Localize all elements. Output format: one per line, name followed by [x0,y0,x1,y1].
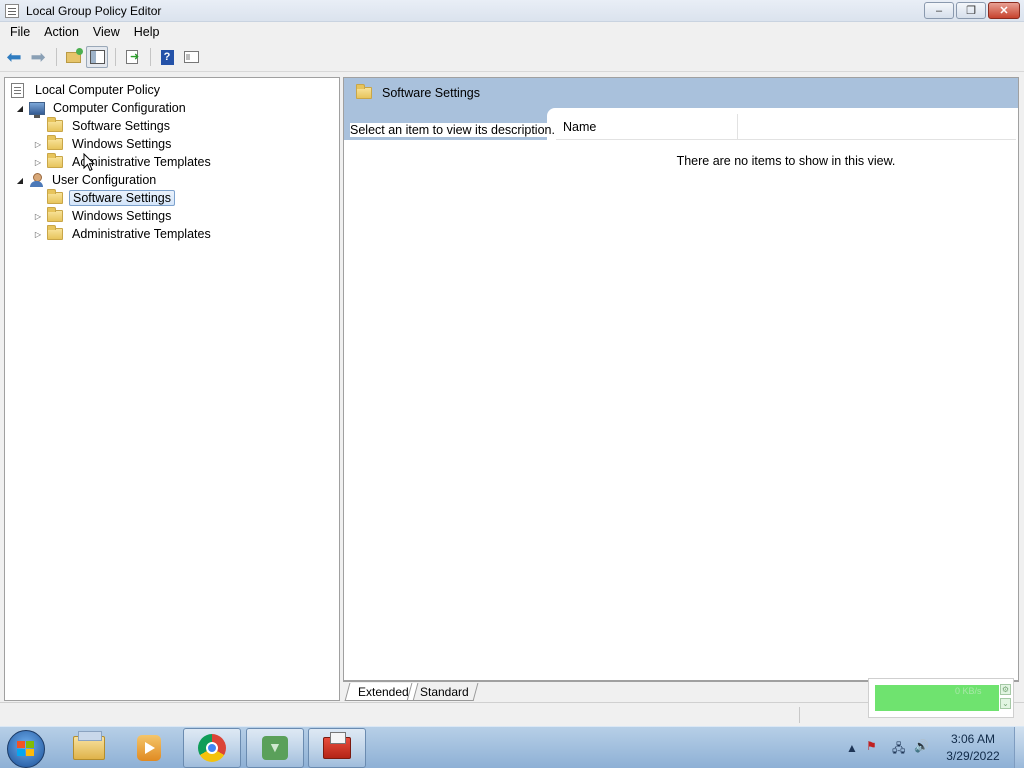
folder-library-icon [73,731,105,760]
details-pane[interactable]: Software Settings Select an item to view… [343,77,1019,681]
tree-item-label: Computer Configuration [53,101,186,115]
menu-file[interactable]: File [3,22,37,43]
taskbar: ▲ ⚑ 🖧 🔊 3:06 AM 3/29/2022 [0,726,1024,768]
folder-icon [47,225,63,240]
folder-icon [47,135,63,150]
clock-date: 3/29/2022 [946,749,1000,763]
menu-bar: File Action View Help [0,22,1024,43]
details-header: Software Settings [344,78,1018,108]
taskbar-media-player[interactable] [120,728,178,768]
expand-triangle-icon[interactable]: ▷ [33,139,43,149]
status-separator [799,707,800,723]
expand-triangle-icon[interactable]: ▷ [33,229,43,239]
column-header-name[interactable]: Name [556,114,738,140]
start-orb-button[interactable] [7,730,45,768]
tree-item-label-selected: Software Settings [69,190,175,206]
show-hidden-icons-arrow[interactable]: ▲ [846,741,858,755]
window-title: Local Group Policy Editor [26,3,162,18]
meter-settings-icon[interactable]: ⚙ [1000,684,1011,695]
tree-item-computer-configuration[interactable]: ◢ Computer Configuration [15,99,189,118]
tree-item-user-administrative-templates[interactable]: ▷ Administrative Templates [33,225,214,243]
tree-item-label: User Configuration [52,173,157,187]
taskbar-clock[interactable]: 3:06 AM 3/29/2022 [933,731,1013,764]
policy-document-icon [11,82,24,98]
main-area: Local Computer Policy ◢ Computer Configu… [0,72,1024,702]
tree-item-label: Administrative Templates [72,227,211,241]
collapse-triangle-icon[interactable]: ◢ [15,103,25,113]
folder-icon [47,189,63,204]
back-arrow-icon[interactable]: ⬅ [3,46,25,68]
help-icon[interactable]: ? [156,46,178,68]
window-controls: – ❐ ✕ [922,2,1020,19]
gpedit-app-icon[interactable] [5,3,19,18]
folder-icon [47,117,63,132]
details-title: Software Settings [382,86,480,100]
tree-item-local-computer-policy[interactable]: Local Computer Policy [11,81,163,99]
list-column-header: Name [556,114,1016,140]
title-bar: Local Group Policy Editor – ❐ ✕ [0,0,1024,22]
network-icon[interactable]: 🖧 [892,739,905,760]
expand-triangle-icon[interactable]: ▷ [33,211,43,221]
folder-icon [47,153,63,168]
up-folder-icon[interactable] [62,46,84,68]
taskbar-explorer[interactable] [60,728,118,768]
tree-item-user-configuration[interactable]: ◢ User Configuration [15,171,159,189]
tab-standard[interactable]: Standard [406,683,479,701]
folder-icon [356,84,372,99]
installer-icon [262,736,288,760]
tree-item-label: Windows Settings [72,137,172,151]
action-center-flag-icon[interactable]: ⚑ [866,739,877,753]
menu-action[interactable]: Action [37,22,86,43]
toolbar-separator [56,48,57,66]
network-speed-meter[interactable]: 0 KB/s ⚙ ⌄ [868,678,1014,718]
media-player-icon [137,735,161,761]
forward-arrow-icon[interactable]: ➡ [27,46,49,68]
menu-view[interactable]: View [86,22,127,43]
menu-help[interactable]: Help [127,22,167,43]
chrome-icon [198,734,226,762]
volume-icon[interactable]: 🔊 [914,739,929,753]
windows-logo-icon [17,741,35,757]
toolbar-separator [150,48,151,66]
restore-button[interactable]: ❐ [956,2,986,19]
tree-item-computer-administrative-templates[interactable]: ▷ Administrative Templates [33,153,214,171]
network-speed-value: 0 KB/s [955,686,982,696]
collapse-triangle-icon[interactable]: ◢ [15,175,25,185]
user-icon [29,172,45,188]
minimize-button[interactable]: – [924,2,954,19]
tree-item-computer-software-settings[interactable]: Software Settings [47,117,173,135]
tree-item-user-software-settings[interactable]: Software Settings [47,189,175,207]
taskbar-installer[interactable] [246,728,304,768]
tree-item-label: Windows Settings [72,209,172,223]
show-hide-tree-icon[interactable] [86,46,108,68]
console-tree[interactable]: Local Computer Policy ◢ Computer Configu… [4,77,340,701]
show-desktop-button[interactable] [1014,727,1024,768]
tree-item-label: Local Computer Policy [35,83,161,97]
computer-icon [29,101,45,118]
tree-item-user-windows-settings[interactable]: ▷ Windows Settings [33,207,174,225]
tree-item-computer-windows-settings[interactable]: ▷ Windows Settings [33,135,174,153]
clock-time: 3:06 AM [950,732,996,746]
properties-icon[interactable] [180,46,202,68]
meter-collapse-icon[interactable]: ⌄ [1000,698,1011,709]
toolbox-icon [323,732,351,759]
export-list-icon[interactable] [121,46,143,68]
close-button[interactable]: ✕ [988,2,1020,19]
description-text: Select an item to view its description. [350,123,557,137]
tree-item-label: Software Settings [72,119,170,133]
folder-icon [47,207,63,222]
empty-list-message: There are no items to show in this view. [676,154,896,168]
taskbar-chrome[interactable] [183,728,241,768]
taskbar-gpedit[interactable] [308,728,366,768]
expand-triangle-icon[interactable]: ▷ [33,157,43,167]
toolbar-separator [115,48,116,66]
toolbar: ⬅ ➡ ? [0,43,1024,72]
